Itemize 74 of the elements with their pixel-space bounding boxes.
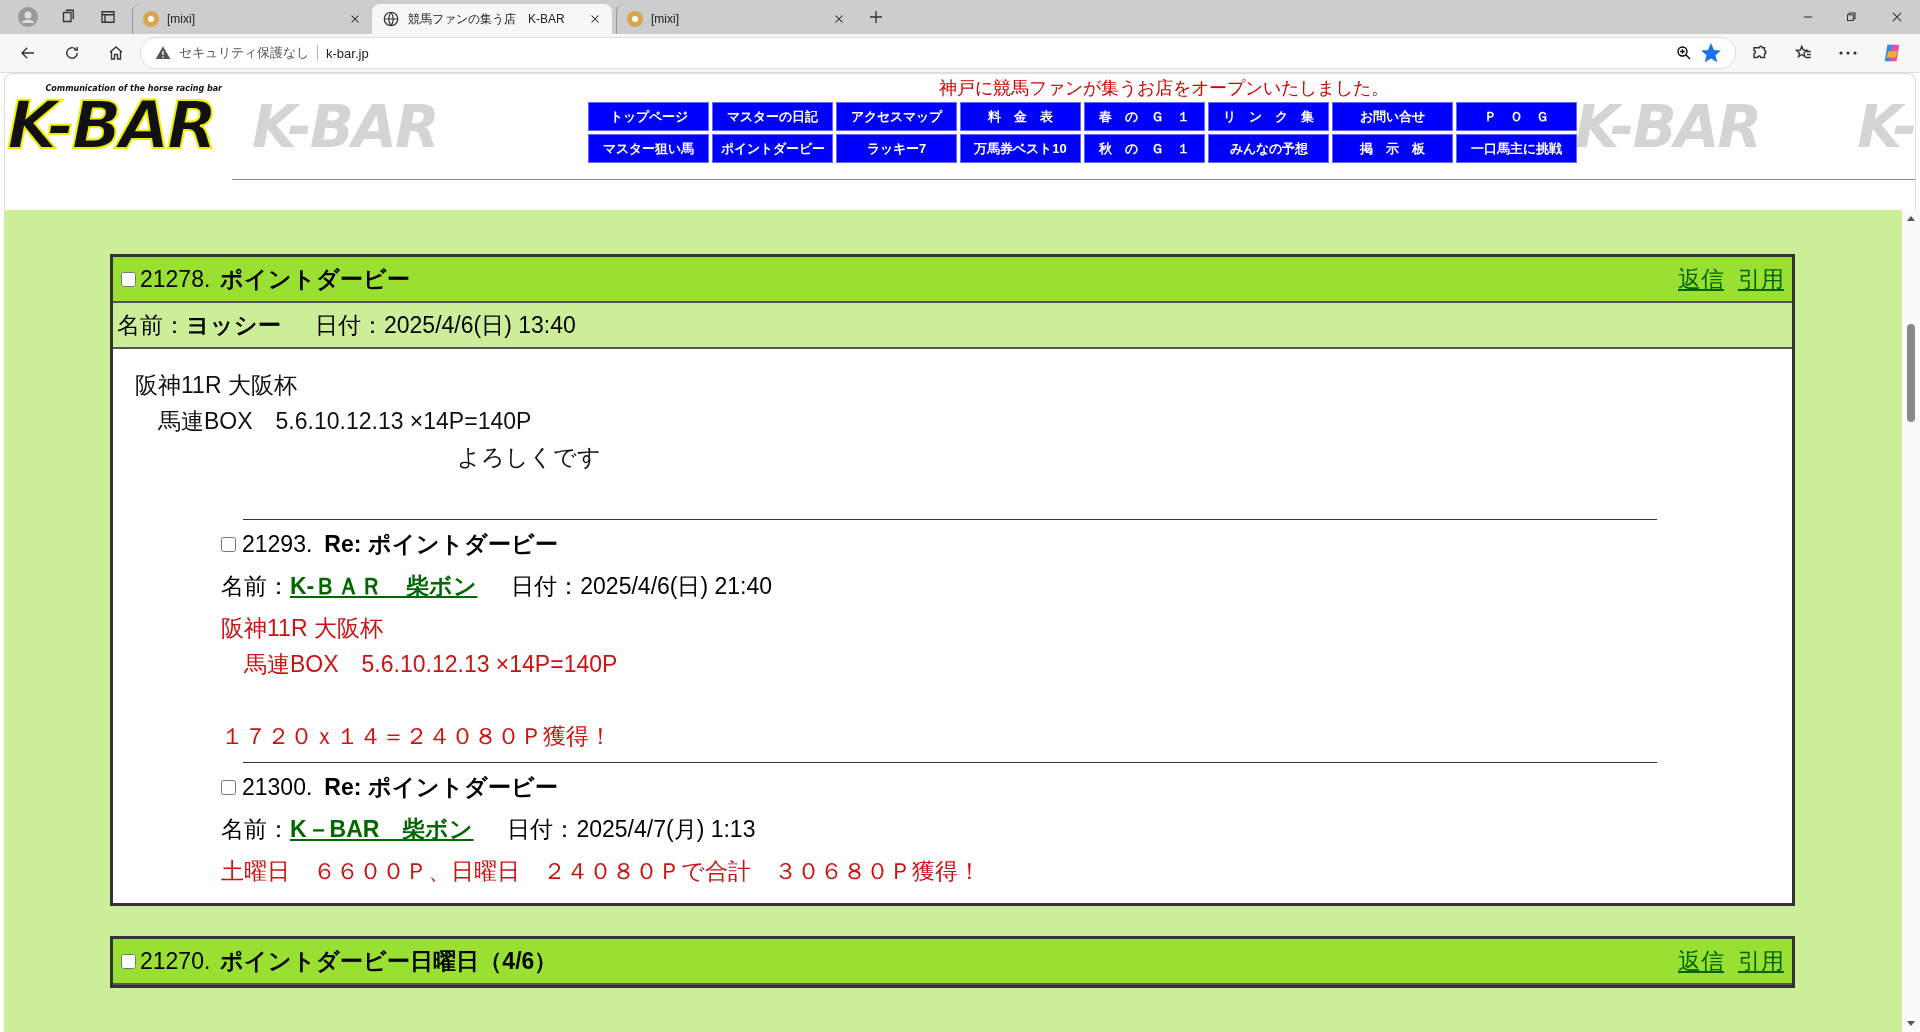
reply-title: Re: ポイントダービー [324, 772, 559, 802]
nav-button[interactable]: マスター狙い馬 [588, 134, 709, 163]
message-line: 阪神11R 大阪杯 [135, 371, 298, 400]
nav-button[interactable]: 秋 の Ｇ １ [1084, 134, 1205, 163]
nav-button[interactable]: ラッキー7 [836, 134, 957, 163]
name-label: 名前： [221, 571, 290, 601]
post-title: ポイントダービー [220, 264, 412, 294]
post-action-link[interactable]: 返信 [1678, 263, 1724, 295]
name-label: 名前： [221, 814, 290, 844]
post-action-link[interactable]: 返信 [1678, 945, 1724, 977]
zoom-icon[interactable] [1675, 44, 1693, 62]
select-checkbox[interactable] [221, 779, 236, 795]
message-line: よろしくです [456, 443, 602, 472]
nav-button[interactable]: 料 金 表 [960, 102, 1081, 131]
url-text[interactable]: k-bar.jp [326, 45, 369, 61]
nav-button[interactable]: 掲 示 板 [1332, 134, 1453, 163]
nav-button[interactable]: みんなの予想 [1208, 134, 1329, 163]
nav-button[interactable]: お問い合せ [1332, 102, 1453, 131]
message-line: 馬連BOX 5.6.10.12.13 ×14P=140P [157, 407, 533, 436]
close-icon[interactable] [1890, 10, 1904, 24]
post-date: 2025/4/7(月) 1:13 [576, 814, 756, 844]
site-logo[interactable]: K-BAR [7, 93, 215, 159]
tab-favicon-icon [143, 11, 159, 27]
more-icon[interactable] [1839, 51, 1857, 55]
author-link[interactable]: K－BAR 柴ボン [290, 813, 474, 845]
select-checkbox[interactable] [121, 271, 136, 287]
home-icon[interactable] [107, 44, 125, 62]
scroll-thumb[interactable] [1907, 324, 1915, 422]
scroll-down-icon[interactable] [1906, 1018, 1916, 1028]
date-label: 日付： [511, 571, 581, 601]
date-label: 日付： [507, 814, 577, 844]
nav-button[interactable]: アクセスマップ [836, 102, 957, 131]
select-checkbox[interactable] [221, 536, 236, 552]
announcement-text: 神戸に競馬ファンが集うお店をオープンいたしました。 [938, 77, 1389, 100]
message-line: 馬連BOX 5.6.10.12.13 ×14P=140P [243, 650, 619, 679]
post-date: 2025/4/6(日) 13:40 [384, 310, 576, 340]
author-name: ヨッシー [186, 310, 281, 340]
message-line: １７２０ｘ１４＝２４０８０Ｐ獲得！ [221, 722, 613, 751]
nav-button[interactable]: ポイントダービー [712, 134, 833, 163]
date-label: 日付： [315, 310, 384, 340]
security-label[interactable]: セキュリティ保護なし [179, 44, 309, 62]
nav-button[interactable]: リ ン ク 集 [1208, 102, 1329, 131]
post-number: 21270. [140, 947, 211, 975]
nav-button[interactable]: 一口馬主に挑戦 [1456, 134, 1577, 163]
scroll-up-icon[interactable] [1906, 214, 1916, 224]
author-link[interactable]: K-ＢＡＲ 柴ボン [290, 570, 478, 602]
post-number: 21278. [140, 265, 211, 293]
new-tab-icon[interactable] [867, 8, 885, 26]
logo-tagline: Communication of the horse racing bar [45, 84, 222, 93]
post-action-link[interactable]: 引用 [1738, 263, 1784, 295]
divider-icon [317, 45, 318, 61]
reply-number: 21300. [242, 773, 313, 801]
warning-icon [155, 45, 171, 61]
nav-button[interactable]: トップページ [588, 102, 709, 131]
nav-button[interactable]: 春 の Ｇ １ [1084, 102, 1205, 131]
globe-icon [382, 10, 400, 28]
refresh-icon[interactable] [63, 44, 81, 62]
reply-number: 21293. [242, 530, 313, 558]
tab-actions-icon[interactable] [99, 8, 117, 26]
nav-button[interactable]: Ｐ Ｏ Ｇ [1456, 102, 1577, 131]
post-title: ポイントダービー日曜日（4/6） [220, 946, 559, 976]
message-line: 阪神11R 大阪杯 [221, 614, 384, 643]
post-date: 2025/4/6(日) 21:40 [580, 571, 773, 601]
tab-favicon-icon [627, 11, 643, 27]
reply-title: Re: ポイントダービー [324, 529, 559, 559]
browser-tab[interactable]: 競馬ファンの集う店 K-BAR [372, 4, 612, 34]
message-line: 土曜日 ６６００Ｐ、日曜日 ２４０８０Ｐで合計 ３０６８０Ｐ獲得！ [221, 857, 982, 886]
select-checkbox[interactable] [121, 953, 136, 969]
favorite-star-icon[interactable] [1701, 43, 1721, 63]
nav-button[interactable]: 万馬券ベスト10 [960, 134, 1081, 163]
nav-button[interactable]: マスターの日記 [712, 102, 833, 131]
post-action-link[interactable]: 引用 [1738, 945, 1784, 977]
restore-icon[interactable] [1844, 10, 1858, 24]
name-label: 名前： [117, 310, 186, 340]
